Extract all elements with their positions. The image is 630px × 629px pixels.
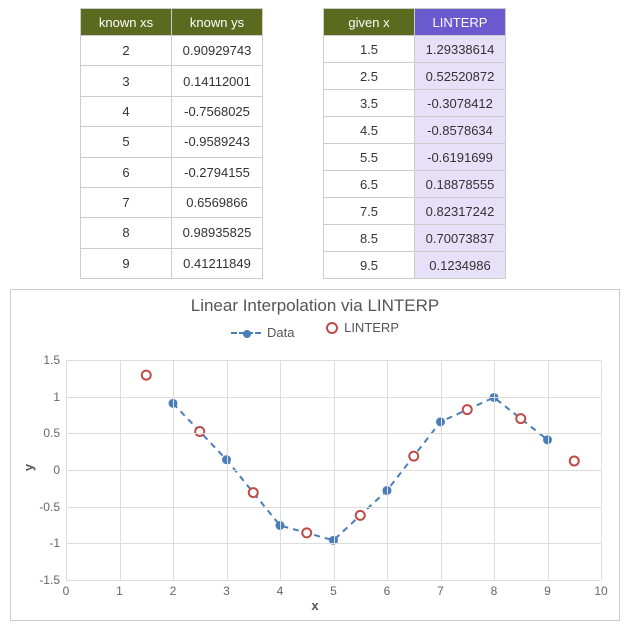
table-cell: 1.29338614 [415, 36, 506, 63]
chart-legend: Data LINTERP [11, 320, 619, 340]
table-row: 4-0.7568025 [81, 96, 263, 126]
table-cell: -0.8578634 [415, 117, 506, 144]
table-cell: 7.5 [324, 198, 415, 225]
linterp-point [409, 452, 418, 461]
table-cell: 0.14112001 [172, 66, 263, 96]
table-cell: 8.5 [324, 225, 415, 252]
table-cell: 4.5 [324, 117, 415, 144]
table-cell: 4 [81, 96, 172, 126]
table-row: 7.50.82317242 [324, 198, 506, 225]
table-row: 4.5-0.8578634 [324, 117, 506, 144]
x-tick: 6 [384, 584, 391, 598]
legend-linterp-ring-icon [326, 322, 338, 334]
table-row: 5.5-0.6191699 [324, 144, 506, 171]
legend-data-label: Data [267, 325, 294, 340]
table-row: 1.51.29338614 [324, 36, 506, 63]
table-cell: 0.41211849 [172, 248, 263, 278]
linterp-point [249, 488, 258, 497]
y-tick: -1 [49, 536, 60, 550]
linterp-point [356, 511, 365, 520]
y-tick: 1 [53, 390, 60, 404]
chart-title: Linear Interpolation via LINTERP [11, 290, 619, 316]
table-row: 90.41211849 [81, 248, 263, 278]
table-cell: 2.5 [324, 63, 415, 90]
legend-linterp: LINTERP [326, 320, 399, 335]
table-cell: 7 [81, 187, 172, 217]
given-table: given x LINTERP 1.51.293386142.50.525208… [323, 8, 506, 279]
table-cell: 3 [81, 66, 172, 96]
legend-linterp-label: LINTERP [344, 320, 399, 335]
chart-container: Linear Interpolation via LINTERP Data LI… [10, 289, 620, 621]
x-tick: 10 [594, 584, 607, 598]
y-tick: -0.5 [39, 500, 60, 514]
linterp-header: LINTERP [415, 9, 506, 36]
x-tick: 7 [437, 584, 444, 598]
table-cell: 0.82317242 [415, 198, 506, 225]
table-cell: 0.6569866 [172, 187, 263, 217]
x-tick: 4 [277, 584, 284, 598]
x-tick: 1 [116, 584, 123, 598]
table-cell: 2 [81, 36, 172, 66]
table-cell: 0.90929743 [172, 36, 263, 66]
y-tick: -1.5 [39, 573, 60, 587]
table-cell: 0.52520872 [415, 63, 506, 90]
table-cell: 1.5 [324, 36, 415, 63]
linterp-point [142, 371, 151, 380]
table-row: 9.50.1234986 [324, 252, 506, 279]
x-tick: 5 [330, 584, 337, 598]
legend-data-line-icon [231, 332, 261, 334]
linterp-point [570, 456, 579, 465]
y-tick: 0 [53, 463, 60, 477]
table-cell: 0.1234986 [415, 252, 506, 279]
table-cell: 9.5 [324, 252, 415, 279]
plot-area: 012345678910-1.5-1-0.500.511.5 [66, 360, 601, 580]
table-row: 6.50.18878555 [324, 171, 506, 198]
table-row: 6-0.2794155 [81, 157, 263, 187]
given-x-header: given x [324, 9, 415, 36]
table-cell: 0.70073837 [415, 225, 506, 252]
table-row: 30.14112001 [81, 66, 263, 96]
x-tick: 0 [63, 584, 70, 598]
legend-data-dot-icon [243, 330, 251, 338]
table-cell: 3.5 [324, 90, 415, 117]
x-tick: 9 [544, 584, 551, 598]
table-row: 8.50.70073837 [324, 225, 506, 252]
table-cell: -0.2794155 [172, 157, 263, 187]
table-cell: -0.7568025 [172, 96, 263, 126]
linterp-point [516, 414, 525, 423]
y-tick: 1.5 [43, 353, 60, 367]
tables-row: known xs known ys 20.9092974330.14112001… [10, 8, 620, 279]
table-row: 2.50.52520872 [324, 63, 506, 90]
table-cell: 5.5 [324, 144, 415, 171]
table-cell: 6 [81, 157, 172, 187]
table-cell: 0.18878555 [415, 171, 506, 198]
x-axis-label: x [311, 598, 318, 613]
table-row: 70.6569866 [81, 187, 263, 217]
x-tick: 8 [491, 584, 498, 598]
table-row: 20.90929743 [81, 36, 263, 66]
known-xs-header: known xs [81, 9, 172, 36]
table-cell: 5 [81, 127, 172, 157]
table-cell: 9 [81, 248, 172, 278]
x-tick: 3 [223, 584, 230, 598]
known-table: known xs known ys 20.9092974330.14112001… [80, 8, 263, 279]
table-cell: -0.3078412 [415, 90, 506, 117]
y-tick: 0.5 [43, 426, 60, 440]
table-row: 5-0.9589243 [81, 127, 263, 157]
table-cell: -0.9589243 [172, 127, 263, 157]
known-ys-header: known ys [172, 9, 263, 36]
linterp-point [463, 405, 472, 414]
table-cell: -0.6191699 [415, 144, 506, 171]
table-row: 80.98935825 [81, 218, 263, 248]
linterp-point [302, 528, 311, 537]
table-row: 3.5-0.3078412 [324, 90, 506, 117]
table-cell: 8 [81, 218, 172, 248]
table-cell: 6.5 [324, 171, 415, 198]
linterp-point [195, 427, 204, 436]
table-cell: 0.98935825 [172, 218, 263, 248]
y-axis-label: y [21, 464, 36, 471]
x-tick: 2 [170, 584, 177, 598]
legend-data: Data [231, 325, 294, 340]
